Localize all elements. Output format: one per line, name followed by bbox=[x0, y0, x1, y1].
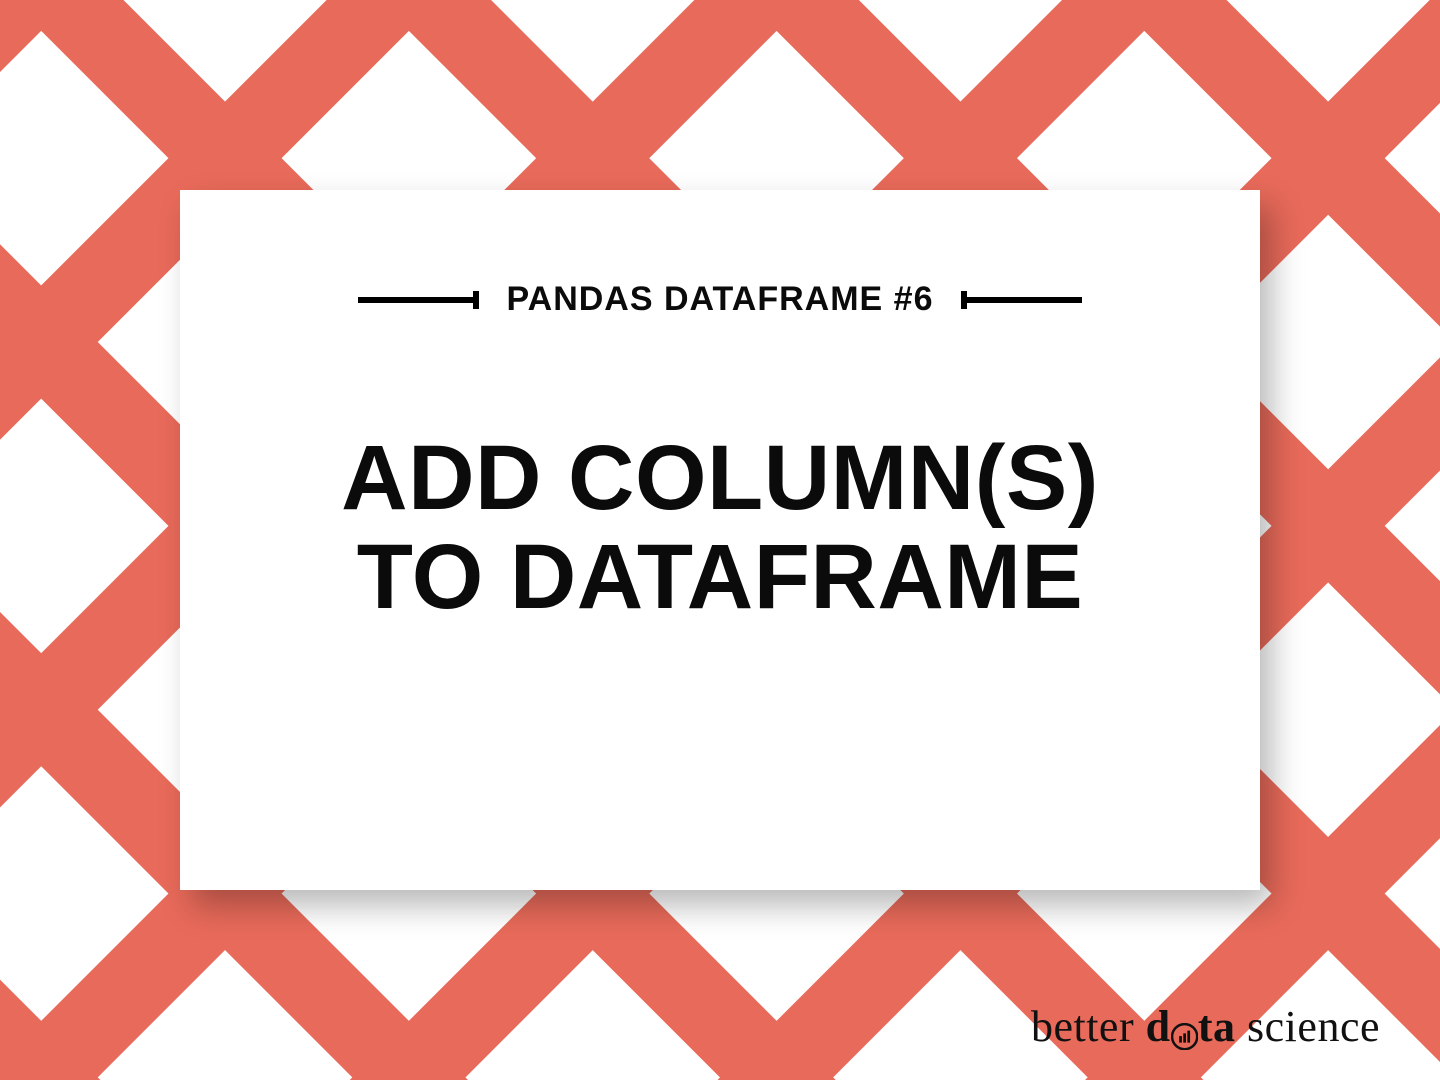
brand-word-2-post: ta bbox=[1198, 1001, 1236, 1052]
eyebrow-text: PANDAS DATAFRAME #6 bbox=[506, 280, 933, 319]
title-card: PANDAS DATAFRAME #6 ADD COLUMN(S) TO DAT… bbox=[0, 0, 1440, 1080]
brand-wordmark: better d o ta science bbox=[1031, 1001, 1380, 1052]
brand-word-1: better bbox=[1031, 1001, 1134, 1052]
eyebrow-rule-right bbox=[962, 297, 1082, 303]
brand-word-2-pre: d bbox=[1146, 1001, 1171, 1052]
brand-chart-icon: o bbox=[1171, 1001, 1198, 1052]
brand-space bbox=[1134, 1001, 1146, 1052]
brand-word-3: science bbox=[1247, 1001, 1380, 1052]
brand-space-2 bbox=[1236, 1001, 1248, 1052]
headline: ADD COLUMN(S) TO DATAFRAME bbox=[341, 429, 1099, 628]
content-card: PANDAS DATAFRAME #6 ADD COLUMN(S) TO DAT… bbox=[180, 190, 1260, 890]
eyebrow-rule-left bbox=[358, 297, 478, 303]
eyebrow-row: PANDAS DATAFRAME #6 bbox=[358, 280, 1081, 319]
